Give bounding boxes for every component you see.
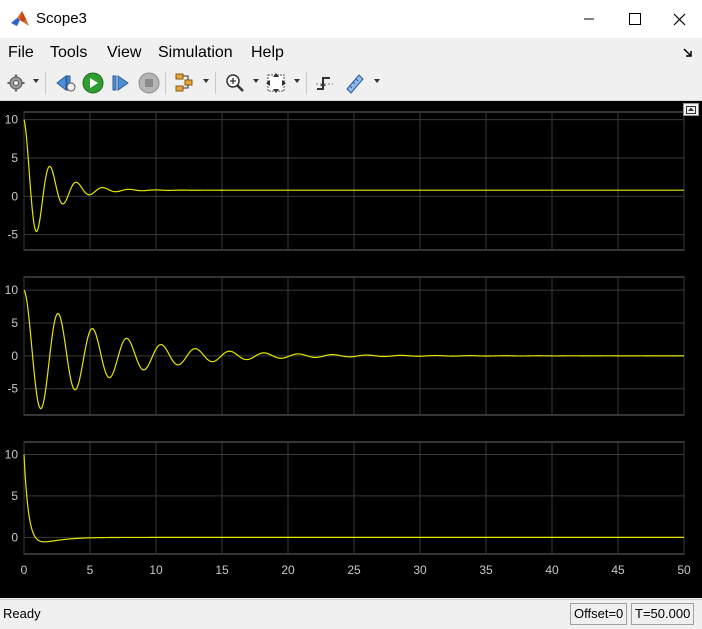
x-tick-label: 50 — [677, 563, 691, 577]
y-tick-label: -5 — [7, 382, 18, 396]
x-tick-label: 20 — [281, 563, 295, 577]
x-tick-label: 25 — [347, 563, 361, 577]
y-tick-label: -5 — [7, 228, 18, 242]
step-forward-button[interactable] — [109, 71, 133, 95]
stop-icon — [138, 72, 160, 94]
menu-view[interactable]: View — [107, 44, 141, 62]
minimize-icon — [584, 18, 594, 20]
highlight-simulink-block-icon — [175, 73, 193, 92]
undock-legend-button[interactable] — [683, 103, 699, 116]
y-tick-label: 5 — [11, 489, 18, 503]
y-tick-label: 10 — [5, 447, 19, 461]
zoom-icon — [226, 74, 244, 92]
title-bar: Scope3 — [0, 0, 702, 38]
x-tick-label: 40 — [545, 563, 559, 577]
y-tick-label: 10 — [5, 283, 19, 297]
x-tick-label: 45 — [611, 563, 625, 577]
window-title: Scope3 — [36, 10, 87, 27]
close-icon — [673, 13, 685, 25]
highlight-block-button[interactable] — [173, 71, 197, 95]
y-tick-label: 10 — [5, 113, 19, 127]
menu-file[interactable]: File — [8, 44, 34, 62]
y-tick-label: 0 — [11, 349, 18, 363]
y-tick-label: 5 — [11, 151, 18, 165]
toolbar-separator — [165, 72, 166, 94]
offset-readout: Offset=0 — [570, 603, 628, 625]
scale-axes-icon — [266, 73, 286, 93]
x-tick-label: 30 — [413, 563, 427, 577]
scale-axes-button[interactable] — [264, 71, 288, 95]
step-forward-icon — [112, 75, 129, 91]
zoom-dropdown-arrow[interactable] — [253, 79, 259, 83]
menu-help[interactable]: Help — [251, 44, 284, 62]
toolbar — [0, 66, 702, 101]
measurements-dropdown-arrow[interactable] — [374, 79, 380, 83]
menu-tools[interactable]: Tools — [50, 44, 87, 62]
scale-dropdown-arrow[interactable] — [294, 79, 300, 83]
status-text: Ready — [3, 606, 41, 621]
settings-icon — [7, 74, 25, 92]
dock-icon[interactable] — [682, 46, 694, 58]
measurements-icon — [346, 74, 364, 94]
y-tick-label: 0 — [11, 530, 18, 544]
maximize-icon — [629, 13, 641, 25]
close-button[interactable] — [656, 0, 702, 38]
triggers-icon — [316, 77, 333, 90]
time-readout: T=50.000 — [631, 603, 695, 625]
scope-display: 10 5 0 -5 10 5 0 -5 10 5 0 0 5 10 15 20 25 30 35 40 45 50 — [0, 101, 702, 598]
y-tick-label: 5 — [11, 316, 18, 330]
menu-simulation[interactable]: Simulation — [158, 44, 233, 62]
run-icon — [82, 72, 104, 94]
x-tick-label: 10 — [149, 563, 163, 577]
scope-plots: 1050-51050-510500 5 10 15 20 25 30 35 40 45 50 — [5, 111, 691, 577]
menu-bar: File Tools View Simulation Help — [0, 38, 702, 66]
maximize-button[interactable] — [612, 0, 658, 38]
step-back-icon — [56, 74, 76, 92]
step-back-button[interactable] — [53, 71, 77, 95]
minimize-button[interactable] — [566, 0, 612, 38]
measurements-button[interactable] — [343, 71, 367, 95]
run-button[interactable] — [81, 71, 105, 95]
status-bar: Ready Offset=0 T=50.000 — [0, 599, 702, 629]
x-tick-label: 5 — [87, 563, 94, 577]
toolbar-separator — [215, 72, 216, 94]
settings-dropdown-arrow[interactable] — [33, 79, 39, 83]
x-tick-label: 15 — [215, 563, 229, 577]
y-tick-label: 0 — [11, 189, 18, 203]
x-tick-label: 0 — [21, 563, 28, 577]
toolbar-separator — [306, 72, 307, 94]
zoom-button[interactable] — [223, 71, 247, 95]
stop-button[interactable] — [137, 71, 161, 95]
settings-button[interactable] — [4, 71, 28, 95]
undock-icon — [686, 105, 696, 114]
toolbar-separator — [45, 72, 46, 94]
matlab-icon — [10, 9, 30, 29]
highlight-dropdown-arrow[interactable] — [203, 79, 209, 83]
x-tick-label: 35 — [479, 563, 493, 577]
triggers-button[interactable] — [313, 71, 337, 95]
